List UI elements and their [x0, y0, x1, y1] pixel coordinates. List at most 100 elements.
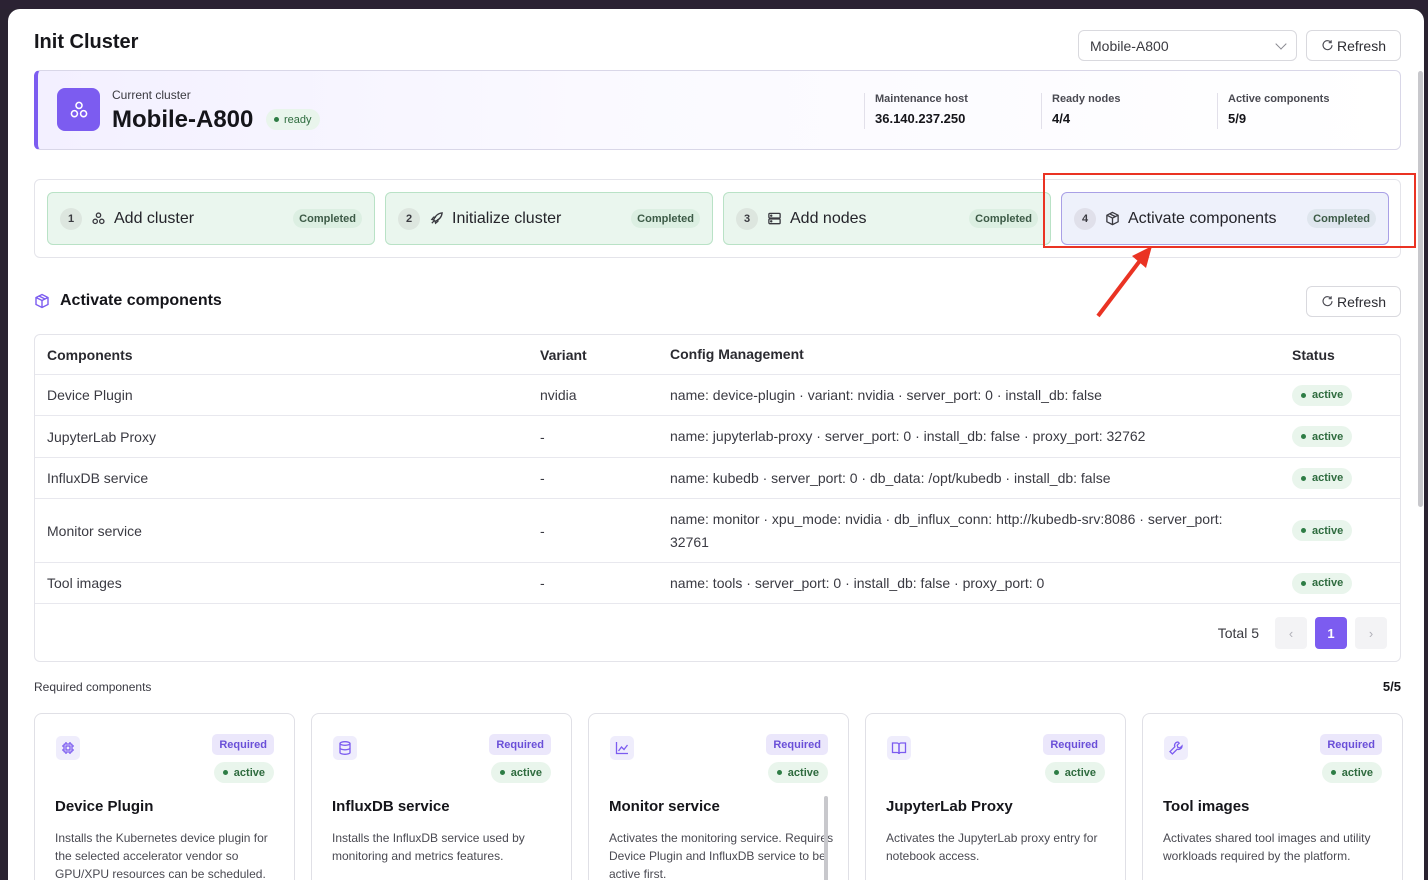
status-text: active — [1064, 766, 1096, 779]
component-card-monitor[interactable]: Required active Monitor service Activate… — [588, 713, 849, 880]
required-badge: Required — [489, 734, 551, 755]
highlight-box — [1043, 173, 1416, 248]
card-title: Device Plugin — [55, 798, 154, 815]
step-status-badge: Completed — [969, 209, 1038, 228]
status-dot-icon — [499, 770, 505, 775]
stat-label: Active components — [1228, 93, 1330, 105]
required-badge: Required — [1043, 734, 1105, 755]
component-card-tool-images[interactable]: Required active Tool images Activates sh… — [1142, 713, 1403, 880]
component-card-jupyterlab[interactable]: Required active JupyterLab Proxy Activat… — [865, 713, 1126, 880]
page-header: Init Cluster — [34, 31, 138, 54]
required-badge: Required — [766, 734, 828, 755]
status-dot-icon — [1053, 770, 1059, 775]
variant-cell: - — [540, 575, 545, 591]
config-cell: name: tools · server_port: 0 · install_d… — [670, 574, 1045, 591]
status-badge: active — [1292, 520, 1353, 541]
page-scrollbar[interactable] — [1418, 71, 1423, 507]
step-status-badge: Completed — [631, 209, 700, 228]
status-text: active — [1341, 766, 1373, 779]
status-badge: active — [213, 762, 274, 783]
cluster-status-text: ready — [284, 113, 312, 126]
status-cell: active — [1292, 499, 1353, 562]
stat-maintenance-host: Maintenance host 36.140.237.250 — [864, 93, 1034, 129]
cluster-select-value: Mobile-A800 — [1090, 37, 1169, 54]
status-text: active — [233, 766, 265, 779]
component-cell: InfluxDB service — [47, 470, 149, 486]
table-row[interactable]: JupyterLab Proxy - name: jupyterlab-prox… — [35, 416, 1400, 458]
config-cell: name: device-plugin · variant: nvidia · … — [670, 386, 1102, 403]
table-row[interactable]: InfluxDB service - name: kubedb · server… — [35, 458, 1400, 499]
database-icon — [333, 736, 357, 760]
chevron-right-icon[interactable]: › — [1355, 617, 1387, 649]
status-text: active — [787, 766, 819, 779]
refresh-icon — [1322, 296, 1333, 307]
status-dot-icon — [222, 770, 228, 775]
card-title: InfluxDB service — [332, 798, 450, 815]
step-label: Initialize cluster — [452, 209, 562, 227]
step-number: 3 — [736, 207, 758, 230]
current-cluster-card: Current cluster Mobile-A800 ready Mainte… — [34, 70, 1401, 150]
card-title: JupyterLab Proxy — [886, 798, 1013, 815]
variant-cell: - — [540, 470, 545, 486]
header-refresh-button[interactable]: Refresh — [1306, 30, 1401, 61]
table-row[interactable]: Tool images - name: tools · server_port:… — [35, 563, 1400, 604]
column-header[interactable]: Status — [1292, 335, 1335, 374]
column-header[interactable]: Config Management — [670, 335, 1245, 374]
refresh-icon — [1322, 40, 1333, 51]
page-button[interactable]: 1 — [1315, 617, 1347, 649]
status-badge: active — [490, 762, 551, 783]
column-header[interactable]: Variant — [540, 335, 660, 374]
column-header[interactable]: Components — [47, 335, 527, 374]
section-refresh-button[interactable]: Refresh — [1306, 286, 1401, 317]
pagination: Total 5 ‹ 1 › — [1218, 617, 1387, 649]
variant-cell: - — [540, 522, 545, 539]
component-cell: JupyterLab Proxy — [47, 428, 156, 445]
chip-icon — [56, 736, 80, 760]
card-title: Monitor service — [609, 798, 720, 815]
table-row[interactable]: Device Plugin nvidia name: device-plugin… — [35, 375, 1400, 416]
window-top-bar — [0, 0, 1428, 9]
status-cell: active — [1292, 563, 1353, 603]
status-dot-icon — [776, 770, 782, 775]
cluster-select[interactable]: Mobile-A800 — [1078, 30, 1297, 61]
card-description: Activates shared tool images and utility… — [1163, 831, 1371, 863]
chevron-left-icon[interactable]: ‹ — [1275, 617, 1307, 649]
section-refresh-label: Refresh — [1336, 293, 1387, 310]
required-components-label: Required components — [34, 680, 152, 694]
status-dot-icon — [1301, 528, 1306, 533]
component-card-device-plugin[interactable]: Required active Device Plugin Installs t… — [34, 713, 295, 880]
status-cell: active — [1292, 416, 1353, 457]
stat-value: 36.140.237.250 — [875, 111, 966, 126]
status-badge: active — [1292, 384, 1353, 406]
status-text: active — [1312, 389, 1344, 401]
annotation-arrow-icon — [1096, 246, 1152, 318]
cluster-icon — [91, 211, 106, 226]
card-description: Installs the Kubernetes device plugin fo… — [55, 831, 268, 880]
table-header-row: Components Variant Config Management Sta… — [35, 335, 1400, 375]
card-scrollbar[interactable] — [824, 796, 828, 880]
chart-icon — [610, 736, 634, 760]
status-badge: active — [1321, 762, 1382, 783]
table-row[interactable]: Monitor service - name: monitor · xpu_mo… — [35, 499, 1400, 563]
status-text: active — [1312, 577, 1344, 589]
stat-value: 5/9 — [1228, 111, 1247, 126]
component-card-influxdb[interactable]: Required active InfluxDB service Install… — [311, 713, 572, 880]
total-count: Total 5 — [1217, 625, 1259, 641]
required-badge: Required — [1320, 734, 1382, 755]
step-initialize-cluster[interactable]: 2 Initialize cluster Completed — [385, 192, 713, 245]
step-status-badge: Completed — [293, 209, 362, 228]
stat-label: Maintenance host — [875, 93, 968, 105]
step-label: Add nodes — [790, 209, 867, 227]
book-icon — [887, 736, 911, 760]
card-title: Tool images — [1163, 798, 1250, 815]
status-badge: active — [1044, 762, 1105, 783]
config-cell: name: kubedb · server_port: 0 · db_data:… — [670, 469, 1111, 486]
status-badge: active — [1292, 572, 1353, 594]
card-description: Installs the InfluxDB service used by mo… — [332, 831, 525, 863]
step-add-nodes[interactable]: 3 Add nodes Completed — [723, 192, 1051, 245]
step-add-cluster[interactable]: 1 Add cluster Completed — [47, 192, 375, 245]
status-text: active — [1312, 472, 1344, 484]
status-badge: active — [1292, 467, 1353, 489]
card-description: Activates the JupyterLab proxy entry for… — [886, 831, 1098, 863]
header-refresh-label: Refresh — [1336, 37, 1387, 54]
